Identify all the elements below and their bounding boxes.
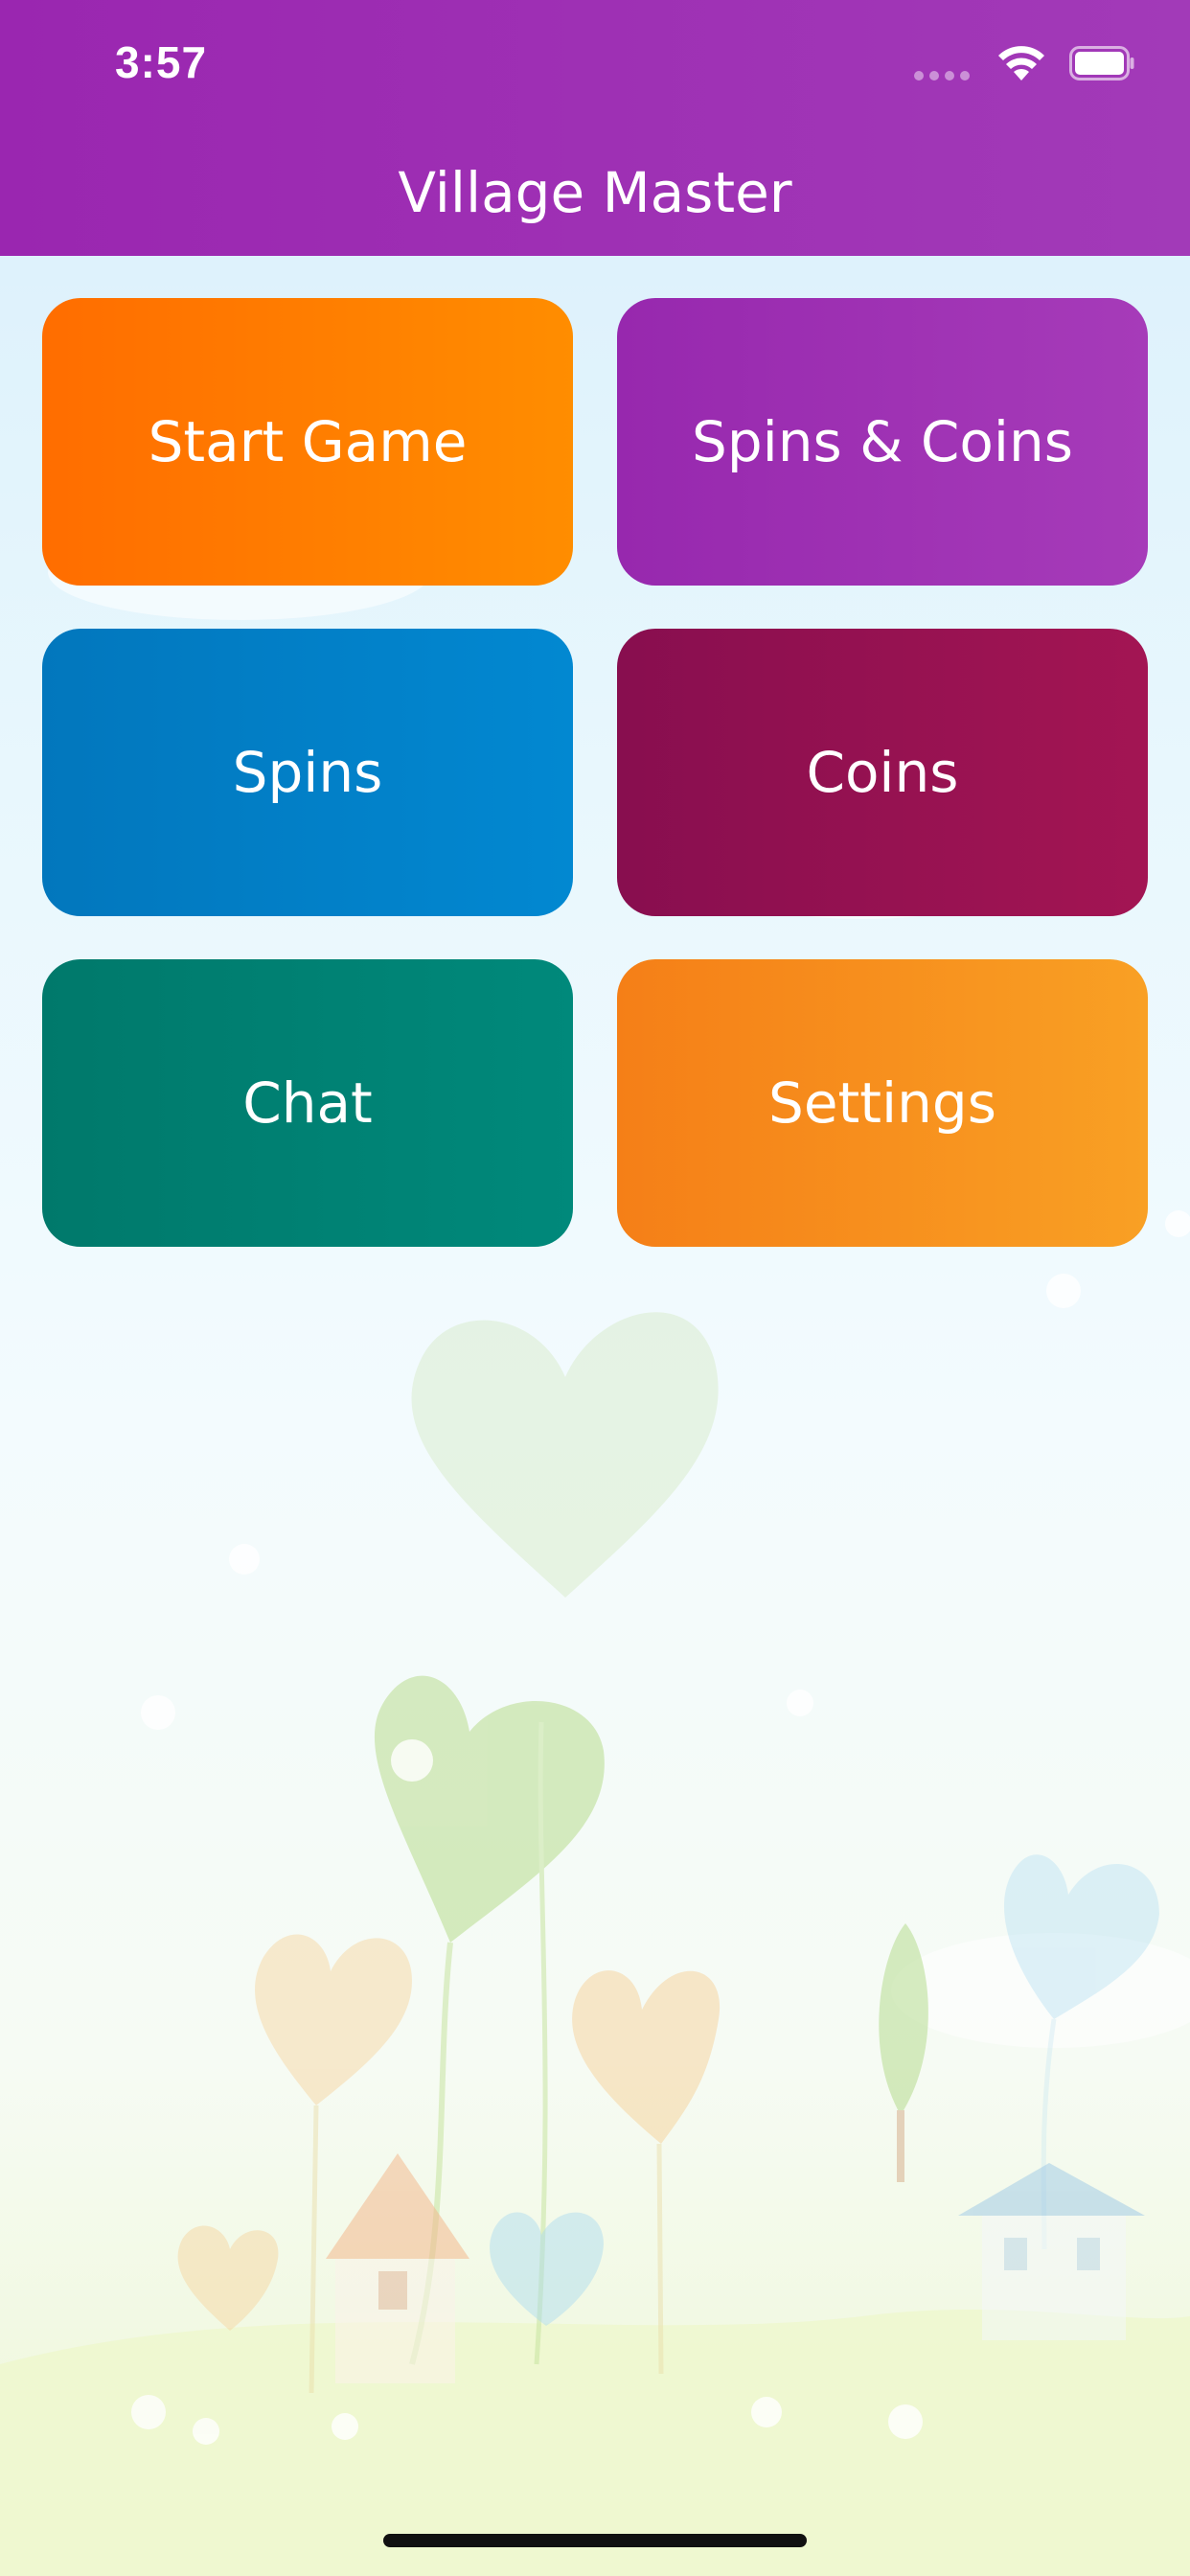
heart-icon	[411, 1312, 719, 1598]
heart-icon	[1003, 1854, 1159, 2250]
status-icons	[914, 42, 1134, 88]
heart-icon	[490, 2212, 604, 2326]
battery-icon	[1069, 46, 1134, 80]
spins-coins-button[interactable]: Spins & Coins	[617, 298, 1148, 586]
home-indicator[interactable]	[383, 2534, 807, 2547]
settings-button[interactable]: Settings	[617, 959, 1148, 1247]
coins-button[interactable]: Coins	[617, 629, 1148, 916]
start-game-button[interactable]: Start Game	[42, 298, 573, 586]
background-scenery	[0, 524, 1190, 2576]
heart-icon	[255, 1934, 412, 2394]
heart-icon	[572, 1970, 721, 2375]
house-icon	[326, 2153, 469, 2383]
tree-icon	[879, 1923, 928, 2182]
sparkle-icon	[131, 1210, 1190, 2445]
status-time: 3:57	[115, 37, 208, 87]
heart-icon	[374, 1675, 605, 2365]
chat-button[interactable]: Chat	[42, 959, 573, 1247]
signal-icon	[914, 71, 970, 80]
spins-button[interactable]: Spins	[42, 629, 573, 916]
app-header: 3:57 Village Master	[0, 0, 1190, 256]
page-title: Village Master	[398, 160, 792, 225]
house-icon	[958, 2163, 1145, 2340]
wifi-icon	[998, 46, 1044, 80]
heart-icon	[177, 2225, 279, 2331]
